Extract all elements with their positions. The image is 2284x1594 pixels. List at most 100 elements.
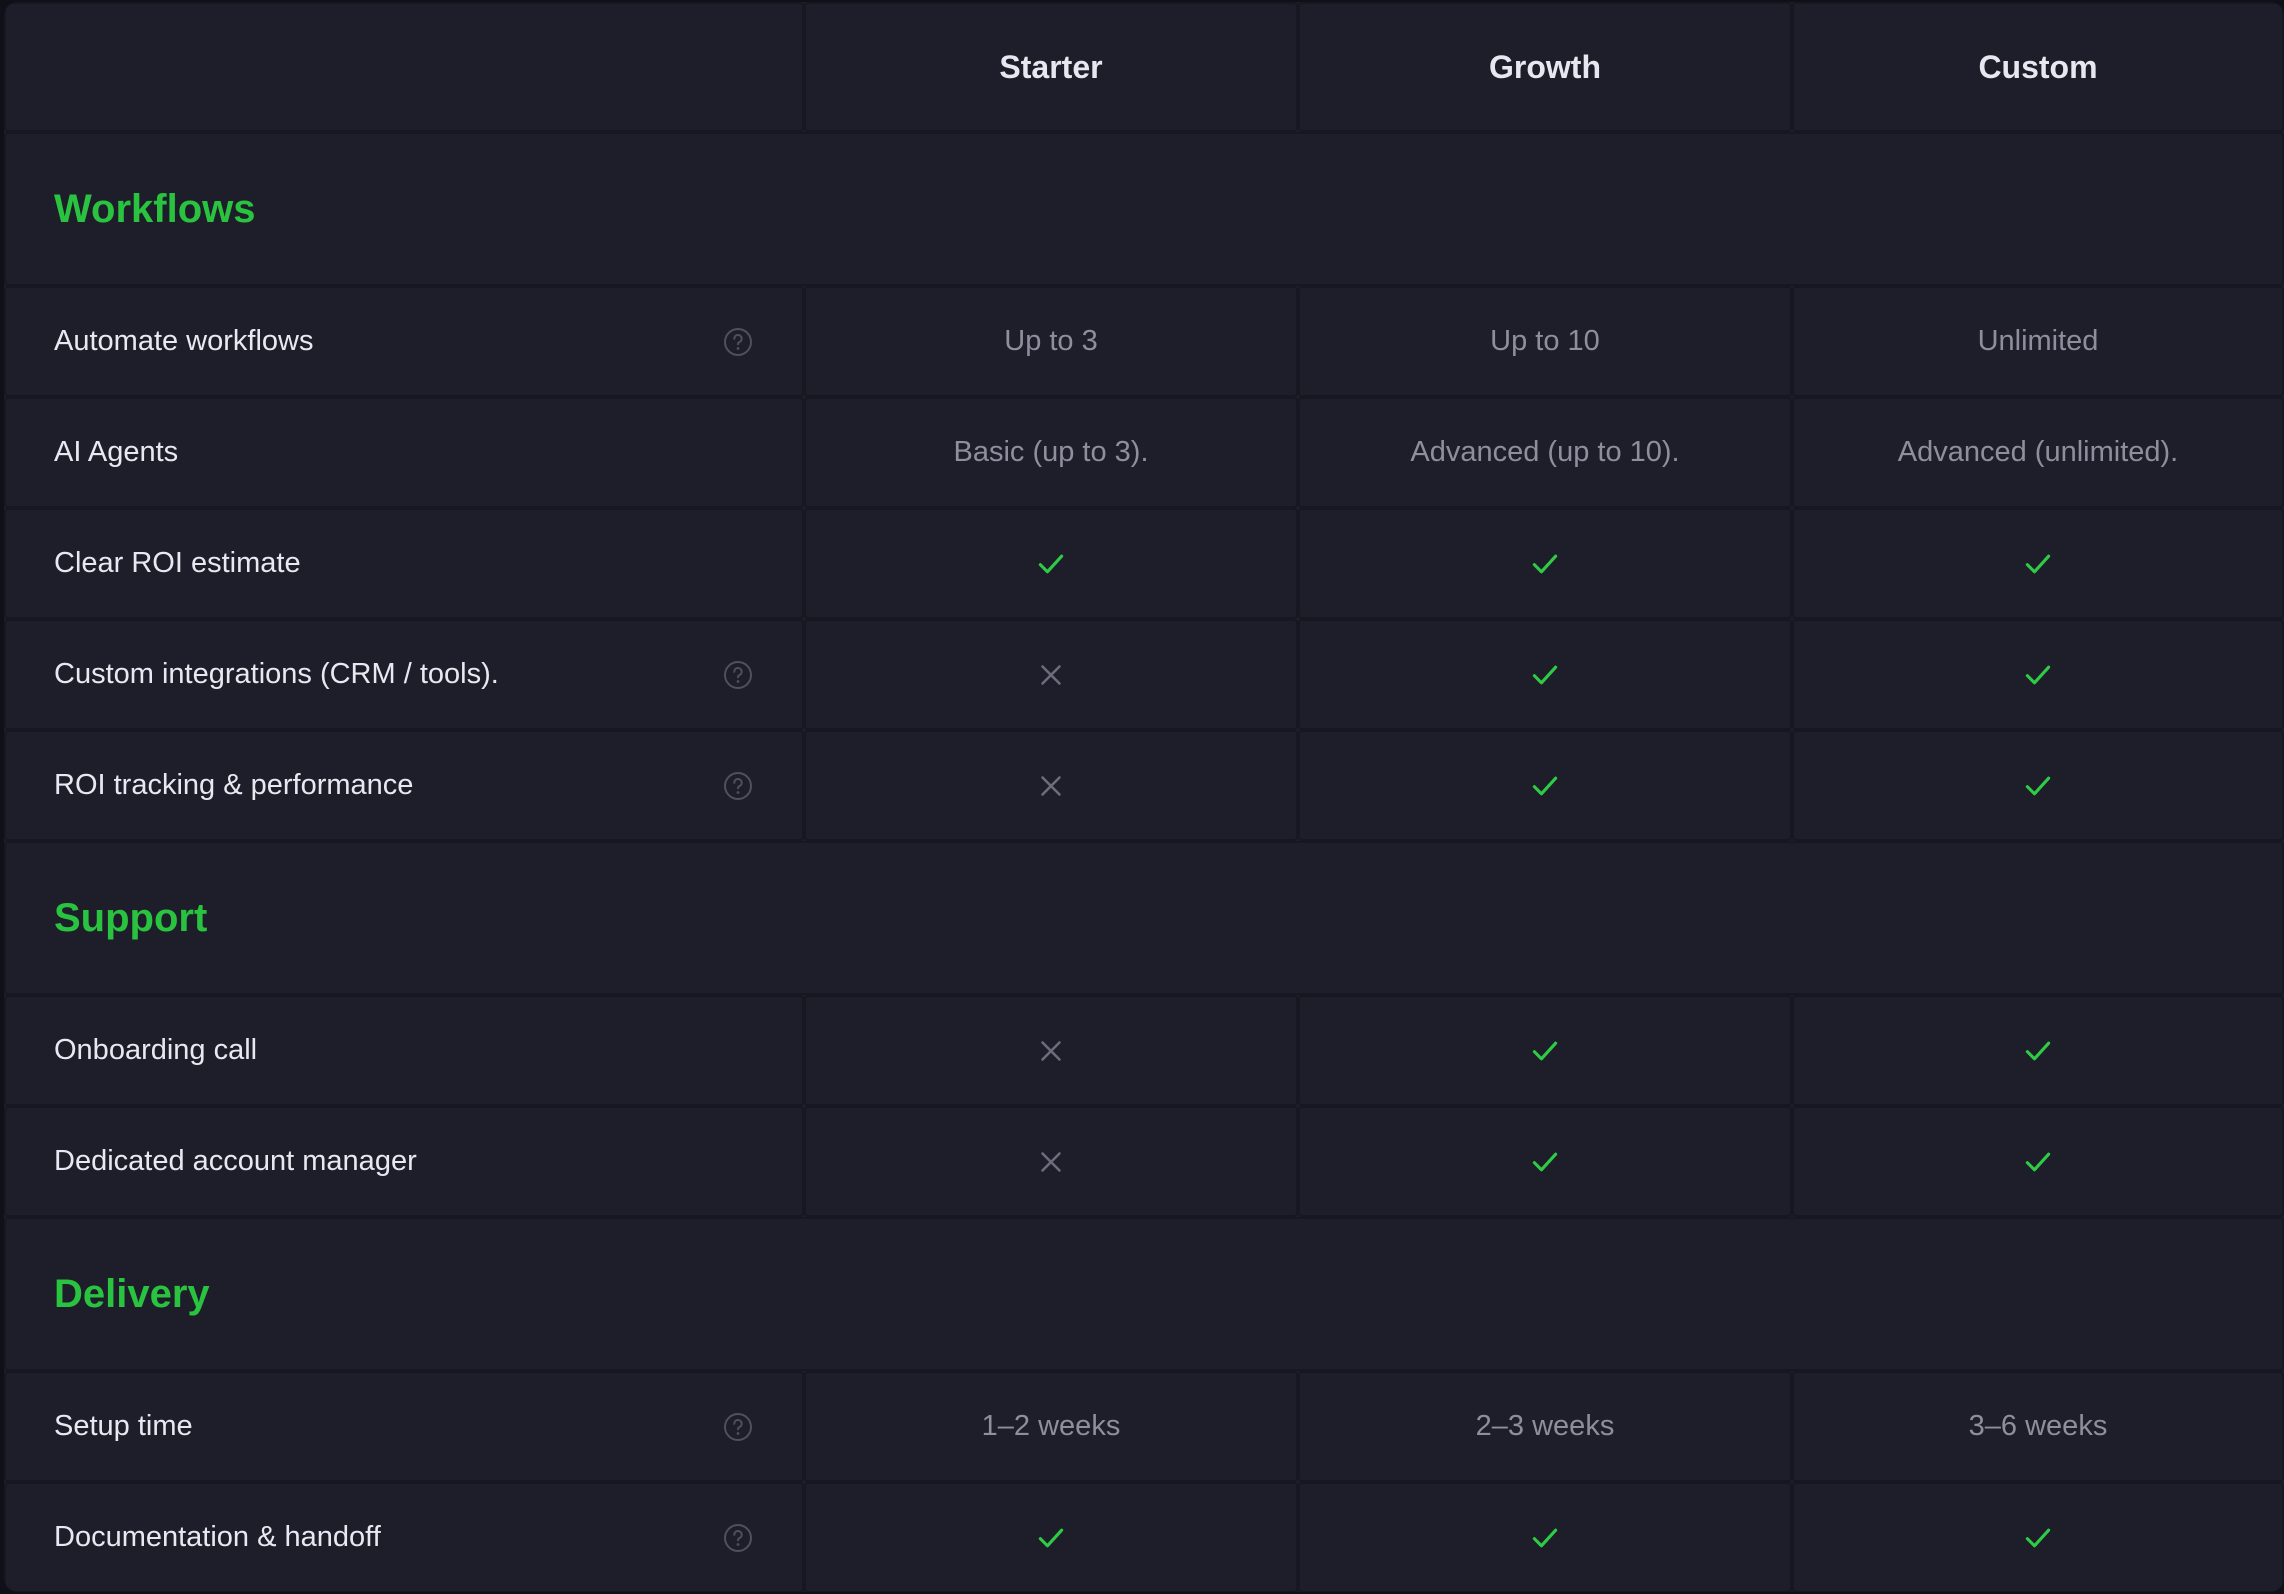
value-cell-growth [1298, 995, 1792, 1106]
plan-name: Starter [999, 48, 1103, 85]
help-icon[interactable] [723, 771, 753, 801]
feature-label: Dedicated account manager [54, 1145, 417, 1177]
check-icon [1532, 776, 1558, 795]
value-text: Up to 3 [1004, 325, 1098, 357]
feature-cell: AI Agents [4, 397, 804, 508]
value-text: 1–2 weeks [981, 1410, 1121, 1442]
value-cell-custom [1792, 619, 2284, 730]
check-icon [1532, 1041, 1558, 1060]
value-cell-starter [804, 1482, 1298, 1592]
cross-icon [1041, 775, 1061, 796]
value-cell-growth [1298, 508, 1792, 619]
pricing-comparison-table: Starter Growth Custom Workflows Automate wor… [4, 2, 2284, 1592]
check-icon [1532, 554, 1558, 573]
value-cell-growth: 2–3 weeks [1298, 1371, 1792, 1482]
value-cell-custom: Unlimited [1792, 286, 2284, 397]
check-icon [1532, 665, 1558, 684]
value-text: Advanced (unlimited). [1897, 436, 2179, 468]
feature-label: Automate workflows [54, 325, 314, 357]
table-row: Onboarding call [4, 995, 2284, 1106]
plan-header-starter: Starter [804, 2, 1298, 132]
value-text: Basic (up to 3). [953, 436, 1149, 468]
value-cell-starter: Basic (up to 3). [804, 397, 1298, 508]
value-cell-growth [1298, 1106, 1792, 1217]
cross-icon [1041, 664, 1061, 685]
feature-label: AI Agents [54, 436, 179, 468]
value-cell-custom [1792, 995, 2284, 1106]
feature-label: Setup time [54, 1410, 193, 1442]
feature-cell: Documentation & handoff [4, 1482, 804, 1592]
value-cell-starter: Up to 3 [804, 286, 1298, 397]
plan-name: Custom [1978, 48, 2098, 85]
feature-label: Clear ROI estimate [54, 547, 301, 579]
table-header: Starter Growth Custom [4, 2, 2284, 132]
plan-name: Growth [1489, 48, 1601, 85]
feature-cell: Setup time [4, 1371, 804, 1482]
feature-cell: ROI tracking & performance [4, 730, 804, 841]
help-icon[interactable] [723, 660, 753, 690]
value-text: Up to 10 [1490, 325, 1600, 357]
check-icon [2025, 1152, 2051, 1171]
value-cell-custom: Advanced (unlimited). [1792, 397, 2284, 508]
check-icon [1532, 1152, 1558, 1171]
check-icon [2025, 554, 2051, 573]
section-header-workflows: Workflows [4, 132, 2284, 286]
feature-cell: Custom integrations (CRM / tools). [4, 619, 804, 730]
value-text: Unlimited [1977, 325, 2099, 357]
value-cell-growth: Up to 10 [1298, 286, 1792, 397]
section-header-support: Support [4, 841, 2284, 995]
feature-label: Onboarding call [54, 1034, 258, 1066]
value-cell-custom: 3–6 weeks [1792, 1371, 2284, 1482]
value-cell-growth [1298, 730, 1792, 841]
feature-cell: Clear ROI estimate [4, 508, 804, 619]
value-cell-custom [1792, 1106, 2284, 1217]
help-icon[interactable] [723, 327, 753, 357]
value-cell-starter: 1–2 weeks [804, 1371, 1298, 1482]
value-cell-custom [1792, 730, 2284, 841]
table-row: Setup time 1–2 weeks 2–3 weeks 3–6 weeks [4, 1371, 2284, 1482]
plan-header-custom: Custom [1792, 2, 2284, 132]
value-cell-starter [804, 619, 1298, 730]
value-cell-starter [804, 730, 1298, 841]
value-cell-custom [1792, 1482, 2284, 1592]
table-row: AI Agents Basic (up to 3). Advanced (up to… [4, 397, 2284, 508]
table-row: Custom integrations (CRM / tools). [4, 619, 2284, 730]
help-icon[interactable] [723, 1523, 753, 1553]
value-cell-starter [804, 995, 1298, 1106]
value-cell-starter [804, 508, 1298, 619]
table-row: ROI tracking & performance [4, 730, 2284, 841]
check-icon [1038, 1528, 1064, 1547]
table-row: Documentation & handoff [4, 1482, 2284, 1592]
section-header-delivery: Delivery [4, 1217, 2284, 1371]
check-icon [2025, 776, 2051, 795]
feature-label: Custom integrations (CRM / tools). [54, 658, 499, 690]
check-icon [1038, 554, 1064, 573]
value-cell-growth: Advanced (up to 10). [1298, 397, 1792, 508]
section-title: Delivery [54, 1271, 210, 1316]
check-icon [2025, 665, 2051, 684]
feature-label: ROI tracking & performance [54, 769, 414, 801]
value-text: 2–3 weeks [1475, 1410, 1615, 1442]
section-title: Workflows [54, 186, 256, 231]
check-icon [2025, 1528, 2051, 1547]
check-icon [2025, 1041, 2051, 1060]
feature-cell: Dedicated account manager [4, 1106, 804, 1217]
value-cell-starter [804, 1106, 1298, 1217]
table-row: Automate workflows Up to 3 Up to 10 Unlimit… [4, 286, 2284, 397]
value-text: 3–6 weeks [1968, 1410, 2108, 1442]
check-icon [1532, 1528, 1558, 1547]
table-row: Dedicated account manager [4, 1106, 2284, 1217]
cross-icon [1041, 1040, 1061, 1061]
help-icon[interactable] [723, 1412, 753, 1442]
value-cell-growth [1298, 1482, 1792, 1592]
plan-header-growth: Growth [1298, 2, 1792, 132]
header-empty-cell [4, 2, 804, 132]
feature-cell: Automate workflows [4, 286, 804, 397]
table-row: Clear ROI estimate [4, 508, 2284, 619]
cross-icon [1041, 1151, 1061, 1172]
value-cell-growth [1298, 619, 1792, 730]
feature-label: Documentation & handoff [54, 1521, 381, 1553]
value-cell-custom [1792, 508, 2284, 619]
feature-cell: Onboarding call [4, 995, 804, 1106]
value-text: Advanced (up to 10). [1410, 436, 1680, 468]
